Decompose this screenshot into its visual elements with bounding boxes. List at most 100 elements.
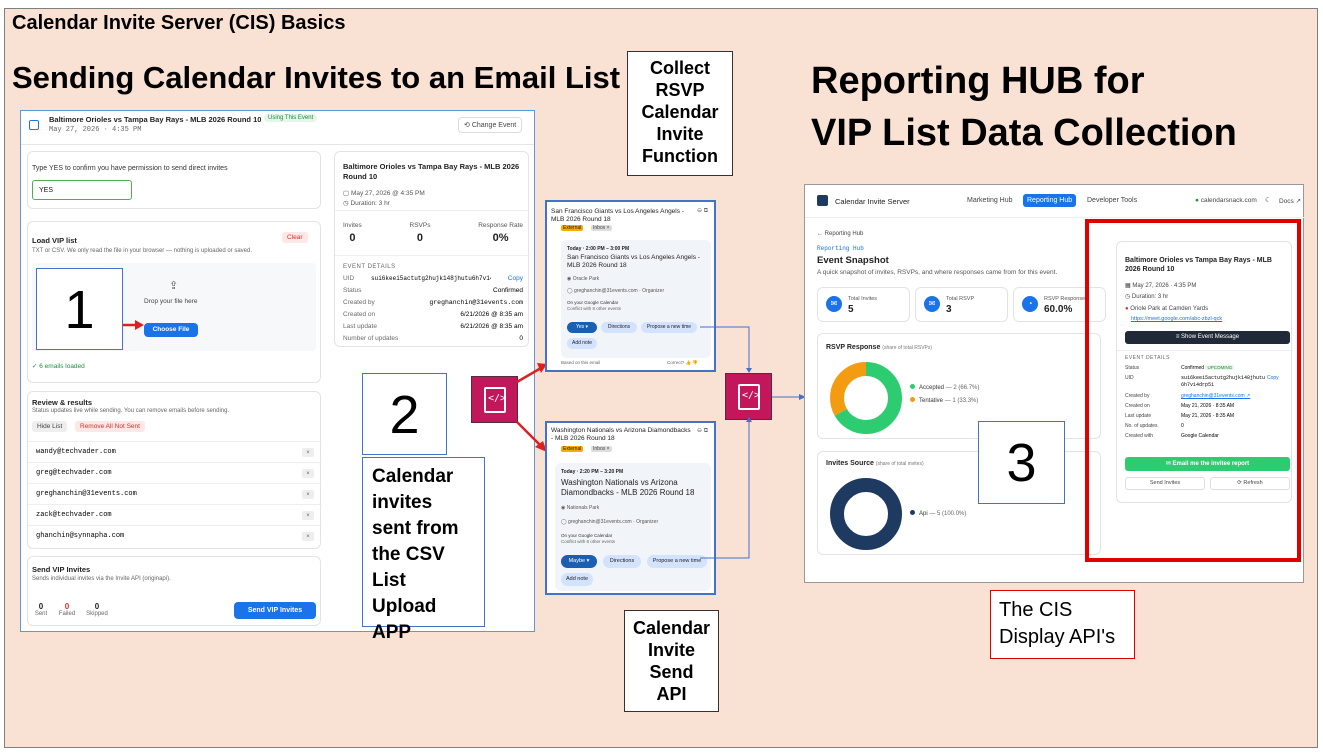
donut-slice-api [830, 478, 902, 550]
remove-email-button[interactable]: × [302, 468, 314, 478]
invite-time: Today · 2:20 PM – 3:20 PM [561, 469, 624, 475]
legend-item: Tentative — 1 (33.3%) [910, 397, 979, 404]
nav-developer-tools[interactable]: Developer Tools [1087, 197, 1137, 204]
legend-swatch [910, 384, 915, 389]
invite-email-1: San Francisco Giants vs Los Angeles Ange… [545, 200, 716, 372]
remove-email-button[interactable]: × [302, 447, 314, 457]
load-vip-desc: TXT or CSV. We only read the file in you… [32, 248, 253, 254]
invite-organizer: ◯ greghanchin@31events.com · Organizer [561, 519, 659, 525]
source-chart-title: Invites Source (share of total invites) [826, 460, 924, 467]
remove-email-button[interactable]: × [302, 531, 314, 541]
hub-navbar: Calendar Invite Server Marketing Hub Rep… [805, 185, 1305, 218]
tile-value: 5 [848, 304, 854, 315]
section-title-hub: Reporting HUB for VIP List Data Collecti… [811, 60, 1237, 154]
invite-email-2: Washington Nationals vs Arizona Diamondb… [545, 421, 716, 595]
calendar-icon [29, 120, 39, 130]
domain-link[interactable]: ● calendarsnack.com [1195, 197, 1257, 204]
tag-inbox: Inbox × [591, 225, 612, 231]
tile-value: 60.0% [1044, 304, 1073, 315]
send-api-icon: </> [471, 376, 518, 423]
detail-duration: ◷ Duration: 3 hr [343, 200, 390, 207]
directions-button[interactable]: Directions [603, 555, 641, 568]
theme-toggle-icon[interactable]: ☾ [1265, 196, 1271, 204]
list-item: greg@techvader.com × [28, 462, 322, 483]
change-event-button[interactable]: ⟲ Change Event [458, 117, 523, 133]
rsvp-yes-button[interactable]: Yes ▾ [567, 322, 597, 333]
rsvp-maybe-button[interactable]: Maybe ▾ [561, 555, 597, 568]
list-item: greghanchin@31events.com × [28, 483, 322, 504]
invite-card: Today · 2:00 PM – 3:00 PM San Francisco … [561, 240, 711, 358]
tag-external: External [561, 225, 584, 231]
print-icon[interactable]: ⊖ ⧉ [697, 207, 708, 215]
docs-link[interactable]: Docs ↗ [1279, 197, 1301, 205]
display-api-highlight [1085, 219, 1301, 562]
invite-organizer: ◯ greghanchin@31events.com · Organizer [567, 288, 665, 294]
connector-lines [700, 326, 806, 559]
tag-external: External [561, 446, 584, 452]
tile-label: Total RSVP [946, 296, 975, 302]
mail-open-icon: ✉ [924, 296, 940, 312]
review-card: Review & results Status updates live whi… [27, 391, 322, 549]
breadcrumb[interactable]: Reporting Hub [817, 245, 864, 252]
list-item: wandy@techvader.com × [28, 441, 322, 462]
tag-inbox: Inbox × [591, 446, 612, 452]
event-title: Baltimore Orioles vs Tampa Bay Rays - ML… [49, 115, 262, 124]
section-title-sending: Sending Calendar Invites to an Email Lis… [12, 60, 621, 95]
event-details-label: EVENT DETAILS [343, 264, 396, 270]
metrics-row: Invites 0 RSVPs 0 Response Rate 0% [343, 222, 523, 244]
add-note-button[interactable]: Add note [567, 338, 597, 349]
remove-email-button[interactable]: × [302, 510, 314, 520]
send-vip-button[interactable]: Send VIP Invites [234, 602, 316, 619]
collect-rsvp-label: Collect RSVP Calendar Invite Function [627, 51, 733, 176]
confirm-input[interactable]: YES [32, 180, 132, 200]
choose-file-button[interactable]: Choose File [144, 323, 198, 337]
back-link[interactable]: ← Reporting Hub [817, 231, 863, 237]
email-list: wandy@techvader.com × greg@techvader.com ×… [28, 441, 322, 546]
tile-total-invites: ✉ Total Invites 5 [817, 287, 910, 322]
invite-body-title: San Francisco Giants vs Los Angeles Ange… [567, 254, 700, 269]
review-title: Review & results [32, 398, 93, 407]
invite-body-title: Washington Nationals vs Arizona Diamondb… [561, 478, 695, 497]
invite-card: Today · 2:20 PM – 3:20 PM Washington Nat… [555, 463, 711, 591]
stat-sent: 0 Sent [34, 602, 48, 617]
list-item: zack@techvader.com × [28, 504, 322, 525]
stat-failed: 0 Failed [58, 602, 76, 617]
legend-value: — 1 (33.3%) [944, 398, 979, 404]
invite-title: Washington Nationals vs Arizona Diamondb… [551, 427, 691, 442]
remove-email-button[interactable]: × [302, 489, 314, 499]
detail-row: UID sui6keei5actutg2hujk148jhutu6h7v14d… C… [343, 275, 523, 287]
clear-button[interactable]: Clear [282, 232, 308, 243]
review-desc: Status updates live while sending. You c… [32, 408, 230, 414]
legend-swatch [910, 397, 915, 402]
emails-loaded-status: ✓ 6 emails loaded [32, 363, 85, 370]
nav-reporting-hub[interactable]: Reporting Hub [1023, 194, 1077, 207]
legend-value: — 5 (100.0%) [929, 511, 967, 517]
invite-calendar-note: On your Google Calendar Conflict with 8 o… [567, 300, 622, 311]
detail-date: ▢ May 27, 2026 @ 4:35 PM [343, 190, 425, 197]
send-vip-card: Send VIP Invites Sends individual invite… [27, 556, 321, 626]
propose-time-button[interactable]: Propose a new time [647, 555, 707, 568]
hide-list-button[interactable]: Hide List [32, 421, 68, 432]
invite-time: Today · 2:00 PM – 3:00 PM [567, 246, 630, 252]
nav-marketing-hub[interactable]: Marketing Hub [967, 197, 1013, 204]
confirm-prompt: Type YES to confirm you have permission … [32, 165, 228, 172]
step-1-label: 1 [36, 268, 123, 350]
detail-row: Status Confirmed [343, 287, 523, 294]
send-vip-title: Send VIP Invites [32, 565, 91, 574]
send-vip-desc: Sends individual invites via the Invite … [32, 576, 171, 582]
step-3-label: 3 [978, 421, 1065, 504]
invite-title: San Francisco Giants vs Los Angeles Ange… [551, 208, 684, 223]
tile-label: Total Invites [848, 296, 878, 302]
detail-row: Created on 6/21/2026 @ 8:35 am [343, 311, 523, 318]
step-2-label: 2 [362, 373, 447, 455]
copy-uid-button[interactable]: Copy [508, 275, 523, 287]
remove-all-button[interactable]: Remove All Not Sent [75, 421, 145, 432]
tile-total-rsvp: ✉ Total RSVP 3 [915, 287, 1008, 322]
add-note-button[interactable]: Add note [561, 573, 593, 586]
mail-icon: ✉ [826, 296, 842, 312]
legend-item: Api — 5 (100.0%) [910, 510, 966, 517]
propose-time-button[interactable]: Propose a new time [641, 322, 697, 333]
brand-name: Calendar Invite Server [835, 197, 910, 206]
detail-row: Created by greghanchin@31events.com [343, 299, 523, 306]
directions-button[interactable]: Directions [601, 322, 637, 333]
